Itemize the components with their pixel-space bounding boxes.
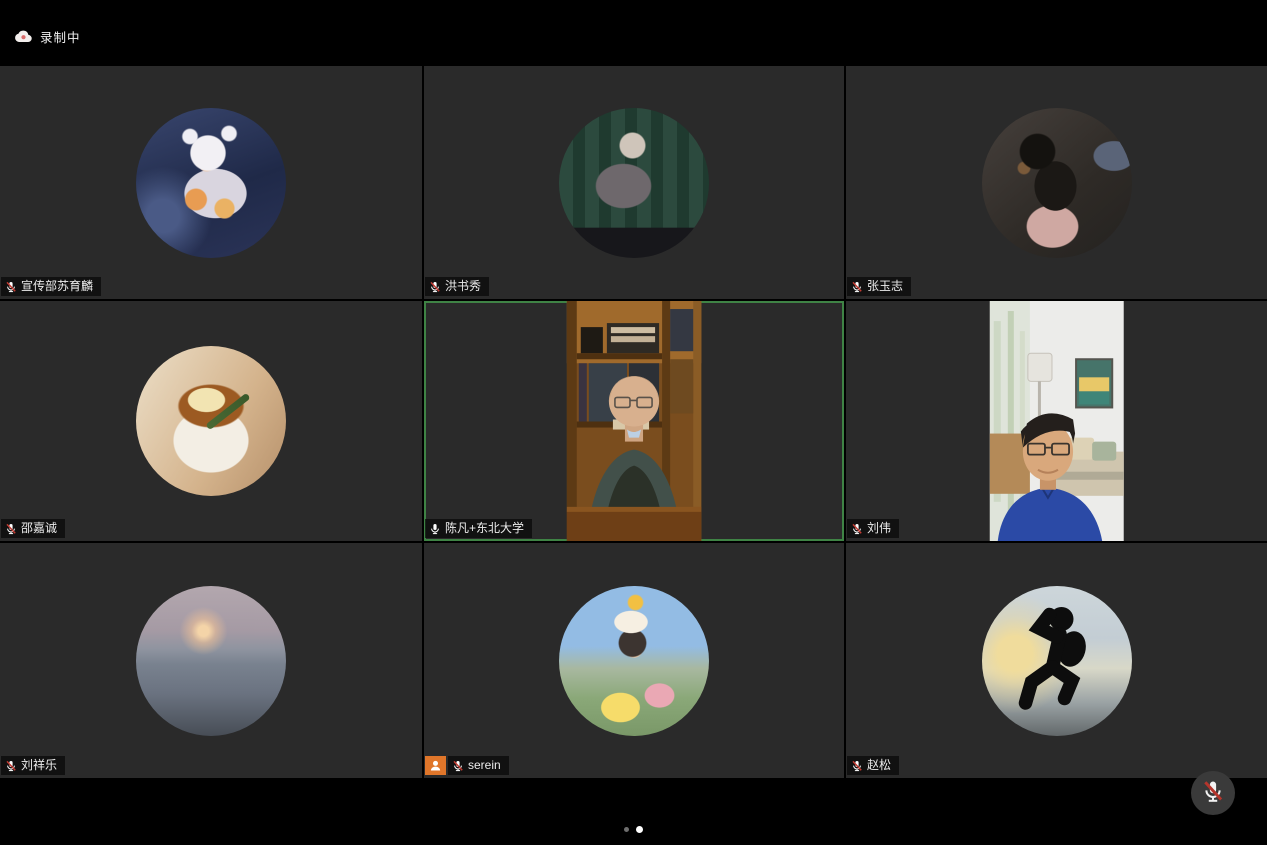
mic-muted-icon [452, 760, 464, 772]
participant-name: 张玉志 [867, 279, 903, 294]
participant-name: 刘伟 [867, 521, 891, 536]
top-bar: 录制中 [0, 0, 1267, 66]
cloud-recording-icon [14, 30, 33, 43]
avatar [136, 586, 286, 736]
participant-label: 张玉志 [847, 277, 911, 296]
participant-name: 宣传部苏育麟 [21, 279, 93, 294]
meeting-window: { "colors": { "background": "#000000", "… [0, 0, 1267, 845]
participant-label: 陈凡+东北大学 [425, 519, 532, 538]
recording-indicator: 录制中 [14, 27, 81, 46]
video-feed [989, 301, 1124, 541]
mic-muted-icon [851, 523, 863, 535]
avatar [982, 586, 1132, 736]
mic-muted-icon [5, 523, 17, 535]
mic-muted-icon [851, 760, 863, 772]
participant-tile[interactable]: 邵嘉诚 [0, 301, 422, 541]
orange-person-badge [425, 756, 446, 775]
jumping-silhouette [982, 586, 1132, 736]
participant-tile[interactable]: 宣传部苏育麟 [0, 66, 422, 299]
participant-label: 刘伟 [847, 519, 899, 538]
participant-label: serein [448, 756, 509, 775]
mic-muted-icon [5, 281, 17, 293]
participant-tile-active-speaker[interactable]: 陈凡+东北大学 [424, 301, 844, 541]
participant-label: 洪书秀 [425, 277, 489, 296]
participant-name: 陈凡+东北大学 [445, 521, 524, 536]
mic-muted-icon [851, 281, 863, 293]
participant-label: 刘祥乐 [1, 756, 65, 775]
participant-tile[interactable]: 刘祥乐 [0, 543, 422, 778]
mic-toggle-button[interactable] [1191, 771, 1235, 815]
avatar [136, 346, 286, 496]
participant-label: 赵松 [847, 756, 899, 775]
participant-tile[interactable]: 洪书秀 [424, 66, 844, 299]
mic-on-icon [429, 523, 441, 535]
bottom-bar [0, 778, 1267, 845]
participant-tile[interactable]: 刘伟 [846, 301, 1267, 541]
participant-tile[interactable]: 张玉志 [846, 66, 1267, 299]
participant-name: serein [468, 758, 501, 773]
pagination-dot-active[interactable] [636, 826, 643, 833]
participant-tile[interactable]: serein [424, 543, 844, 778]
mic-muted-icon [5, 760, 17, 772]
participant-name: 洪书秀 [445, 279, 481, 294]
pagination-dot[interactable] [624, 827, 629, 832]
participant-tile[interactable]: 赵松 [846, 543, 1267, 778]
avatar [136, 108, 286, 258]
recording-status-label: 录制中 [40, 27, 81, 46]
participant-name: 邵嘉诚 [21, 521, 57, 536]
avatar [559, 586, 709, 736]
participant-grid: 宣传部苏育麟 洪书秀 张玉志 [0, 66, 1267, 778]
avatar [559, 108, 709, 258]
participant-label: 邵嘉诚 [1, 519, 65, 538]
mic-muted-icon [429, 281, 441, 293]
participant-name: 刘祥乐 [21, 758, 57, 773]
mic-muted-icon [1202, 780, 1224, 807]
avatar [982, 108, 1132, 258]
participant-label: 宣传部苏育麟 [1, 277, 101, 296]
page-indicator [0, 826, 1267, 833]
participant-name: 赵松 [867, 758, 891, 773]
video-feed [567, 301, 702, 541]
